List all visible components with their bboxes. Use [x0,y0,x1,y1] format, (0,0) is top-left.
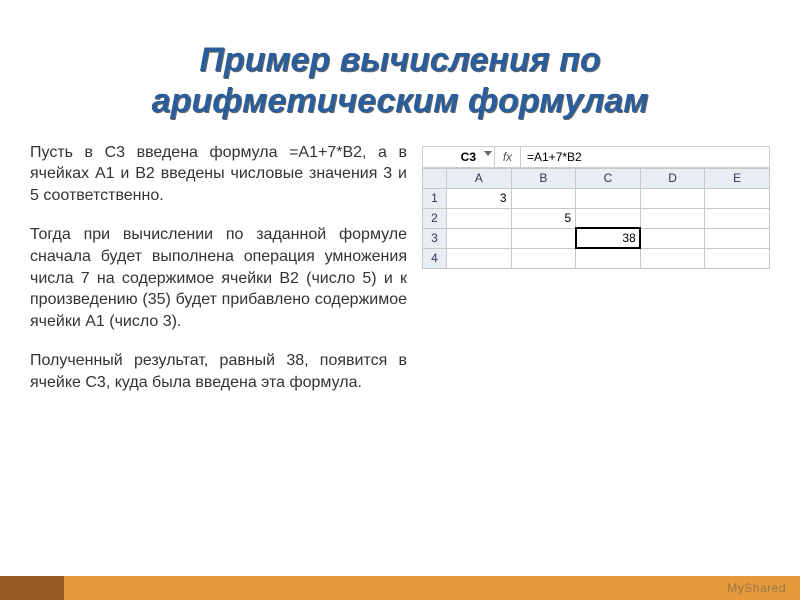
body-text: Пусть в C3 введена формула =А1+7*В2, а в… [30,142,407,412]
col-header-D[interactable]: D [640,168,705,188]
paragraph-2: Тогда при вычислении по заданной формуле… [30,224,407,332]
cell-B2[interactable]: 5 [511,208,576,228]
cell-E4[interactable] [705,248,770,268]
cell-E3[interactable] [705,228,770,248]
cell-D2[interactable] [640,208,705,228]
row-header-2[interactable]: 2 [423,208,447,228]
footer-stripe [0,576,800,600]
cell-A3[interactable] [447,228,512,248]
cell-E2[interactable] [705,208,770,228]
col-header-C[interactable]: C [576,168,641,188]
spreadsheet-grid: A B C D E 1 3 2 5 [422,168,770,269]
cell-B3[interactable] [511,228,576,248]
cell-C4[interactable] [576,248,641,268]
spreadsheet-screenshot: C3 fx =A1+7*B2 A B C D E 1 3 [422,142,770,412]
watermark: MyShared [727,581,786,595]
col-header-B[interactable]: B [511,168,576,188]
row-header-3[interactable]: 3 [423,228,447,248]
select-all-corner[interactable] [423,168,447,188]
col-header-A[interactable]: A [447,168,512,188]
cell-C3[interactable]: 38 [576,228,641,248]
name-box-value: C3 [461,150,476,164]
cell-C1[interactable] [576,188,641,208]
name-box[interactable]: C3 [423,147,495,167]
cell-A2[interactable] [447,208,512,228]
cell-A4[interactable] [447,248,512,268]
content-area: Пусть в C3 введена формула =А1+7*В2, а в… [0,142,800,412]
cell-B4[interactable] [511,248,576,268]
cell-B1[interactable] [511,188,576,208]
slide-title: Пример вычисления по арифметическим форм… [0,0,800,142]
row-header-4[interactable]: 4 [423,248,447,268]
fx-icon[interactable]: fx [495,147,521,167]
title-line-2: арифметическим формулам [60,81,740,122]
paragraph-1: Пусть в C3 введена формула =А1+7*В2, а в… [30,142,407,207]
cell-D3[interactable] [640,228,705,248]
footer-main [64,576,800,600]
formula-bar: C3 fx =A1+7*B2 [422,146,770,168]
cell-E1[interactable] [705,188,770,208]
row-header-1[interactable]: 1 [423,188,447,208]
cell-D1[interactable] [640,188,705,208]
formula-input[interactable]: =A1+7*B2 [521,147,769,167]
chevron-down-icon[interactable] [484,151,492,156]
paragraph-3: Полученный результат, равный 38, появитс… [30,350,407,393]
col-header-E[interactable]: E [705,168,770,188]
footer-accent [0,576,64,600]
cell-C2[interactable] [576,208,641,228]
cell-D4[interactable] [640,248,705,268]
title-line-1: Пример вычисления по [60,40,740,81]
cell-A1[interactable]: 3 [447,188,512,208]
